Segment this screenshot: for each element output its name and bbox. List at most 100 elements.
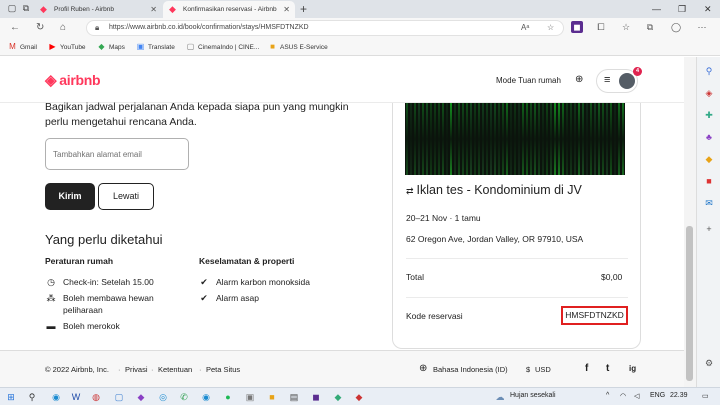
tools-icon[interactable]: ✚ (703, 109, 715, 121)
photo-texture-stripe (534, 103, 536, 175)
photo-texture-stripe (574, 103, 576, 175)
windows-start-icon[interactable]: ⊞ (5, 391, 17, 403)
edge-icon[interactable]: ◉ (50, 391, 62, 403)
chrome-icon[interactable]: ◍ (90, 391, 102, 403)
terms-link[interactable]: Ketentuan (158, 365, 192, 374)
office-icon[interactable]: ◆ (703, 153, 715, 165)
new-tab-button[interactable]: + (300, 0, 307, 18)
bookmark-gmail[interactable]: M Gmail (8, 41, 37, 54)
sidebar-settings-icon[interactable]: ⚙ (703, 357, 715, 369)
shopping-icon[interactable]: ◈ (703, 87, 715, 99)
photo-texture-stripe (578, 103, 580, 175)
photo-texture-stripe (562, 103, 564, 175)
tab-profil-ruben[interactable]: ◆ Profil Ruben - Airbnb ✕ (34, 1, 162, 18)
email-field[interactable] (45, 138, 189, 170)
app-icon[interactable]: ▤ (288, 391, 300, 403)
photo-texture-stripe (598, 103, 600, 175)
back-arrow-icon[interactable]: ← (10, 21, 20, 35)
workspaces-icon[interactable]: ⧉ (20, 2, 32, 14)
app-icon[interactable]: ◆ (135, 391, 147, 403)
more-menu-icon[interactable]: ⋯ (696, 21, 708, 33)
language-indicator[interactable]: ENG (650, 392, 665, 399)
edge-icon[interactable]: ◉ (200, 391, 212, 403)
favorites-icon[interactable]: ☆ (620, 21, 632, 33)
facebook-icon[interactable]: f (585, 363, 588, 374)
airbnb-logo[interactable]: ◈ airbnb (45, 71, 101, 89)
outlook-icon[interactable]: ✉ (703, 197, 715, 209)
url-input[interactable]: 🔒︎ https://www.airbnb.co.id/book/confirm… (86, 20, 564, 36)
maximize-button[interactable]: ❐ (678, 0, 686, 18)
minimize-button[interactable]: — (652, 0, 661, 18)
privacy-link[interactable]: Privasi (125, 365, 148, 374)
photo-texture-stripe (498, 103, 500, 175)
app-icon[interactable]: ▣ (244, 391, 256, 403)
globe-icon[interactable]: ⊕ (575, 74, 583, 85)
scroll-thumb[interactable] (686, 226, 693, 381)
extensions-puzzle-icon[interactable]: ⧠ (595, 21, 607, 33)
instagram-icon[interactable]: ig (629, 364, 636, 373)
translate-icon: ▣ (136, 42, 145, 51)
photo-texture-stripe (462, 103, 464, 175)
photo-texture-stripe (566, 103, 568, 175)
send-button[interactable]: Kirim (45, 183, 95, 210)
bookmark-cinemaindo[interactable]: ▢ CinemaIndo | CINE... (186, 41, 260, 54)
host-mode-link[interactable]: Mode Tuan rumah (496, 76, 561, 85)
games-icon[interactable]: ♣ (703, 131, 715, 143)
bookmark-translate[interactable]: ▣ Translate (136, 41, 175, 54)
read-aloud-icon[interactable]: Aᵃ (521, 23, 529, 32)
photo-texture-stripe (546, 103, 548, 175)
profile-icon[interactable]: ◯ (670, 21, 682, 33)
language-selector[interactable]: Bahasa Indonesia (ID) (433, 365, 508, 374)
clock[interactable]: 22.39 (670, 392, 688, 399)
listing-photo[interactable] (405, 103, 625, 175)
listing-title[interactable]: ⇄ Iklan tes - Kondominium di JV (406, 183, 582, 197)
file-explorer-icon[interactable]: ■ (266, 391, 278, 403)
whatsapp-icon[interactable]: ✆ (178, 391, 190, 403)
notification-icon[interactable]: ▭ (702, 392, 709, 400)
app-icon[interactable]: ▢ (113, 391, 125, 403)
window-close-button[interactable]: ✕ (704, 0, 712, 18)
weather-text[interactable]: Hujan sesekali (510, 392, 556, 399)
app-icon[interactable]: ◆ (353, 391, 365, 403)
bookmark-asus[interactable]: ■ ASUS E-Service (268, 41, 328, 54)
sitemap-link[interactable]: Peta Situs (206, 365, 240, 374)
rule-smoking: ▬ Boleh merokok (46, 321, 120, 331)
bookmark-maps[interactable]: ◆ Maps (97, 41, 124, 54)
app-icon[interactable]: ◎ (157, 391, 169, 403)
app-icon[interactable]: ◆ (332, 391, 344, 403)
tray-chevron-icon[interactable]: ^ (606, 392, 609, 399)
office-icon[interactable]: ■ (703, 175, 715, 187)
search-icon[interactable]: ⚲ (26, 391, 38, 403)
close-icon[interactable]: ✕ (283, 1, 290, 18)
photo-texture-stripe (582, 103, 584, 175)
rule-checkin: ◷ Check-in: Setelah 15.00 (47, 277, 154, 287)
collections-icon[interactable]: ⧉ (644, 21, 656, 33)
word-icon[interactable]: W (70, 391, 82, 403)
total-label: Total (406, 272, 424, 282)
site-footer: © 2022 Airbnb, Inc. · Privasi · Ketentua… (0, 350, 696, 387)
volume-icon[interactable]: ◁ (634, 392, 639, 400)
refresh-icon[interactable]: ↻ (36, 21, 44, 35)
favorite-star-icon[interactable]: ☆ (547, 23, 554, 32)
tab-label: Konfirmasikan reservasi - Airbnb (183, 6, 277, 13)
avatar (619, 73, 635, 89)
extension-icon[interactable]: ◼ (571, 21, 583, 33)
search-icon[interactable]: ⚲ (703, 65, 715, 77)
network-icon[interactable]: ◠ (620, 392, 626, 400)
divider (406, 297, 628, 298)
tab-konfirmasi[interactable]: ◆ Konfirmasikan reservasi - Airbnb ✕ (163, 1, 295, 18)
photo-texture-stripe (470, 103, 472, 175)
add-icon[interactable]: + (703, 223, 715, 235)
skip-button[interactable]: Lewati (98, 183, 154, 210)
profile-menu-button[interactable]: ≡ (596, 69, 638, 93)
twitter-icon[interactable]: t (606, 363, 609, 374)
bookmark-youtube[interactable]: ▶ YouTube (48, 41, 85, 54)
tab-actions-icon[interactable]: ▢ (6, 2, 18, 14)
home-icon[interactable]: ⌂ (60, 21, 66, 35)
currency-selector[interactable]: USD (535, 365, 551, 374)
clock-icon: ◷ (47, 277, 55, 287)
spotify-icon[interactable]: ● (222, 391, 234, 403)
close-icon[interactable]: ✕ (150, 1, 157, 18)
weather-icon[interactable]: ☁ (494, 391, 506, 403)
app-icon[interactable]: ◼ (310, 391, 322, 403)
